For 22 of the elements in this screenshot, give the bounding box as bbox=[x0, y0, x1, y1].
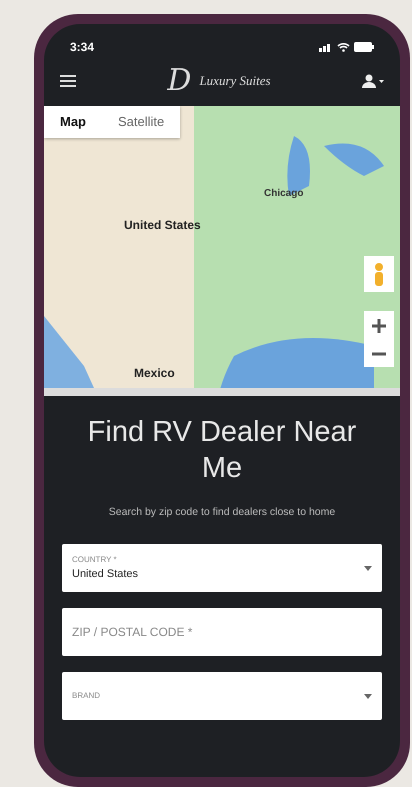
input-field[interactable]: ZIP / POSTAL CODE * bbox=[62, 608, 382, 656]
map-label: United States bbox=[124, 217, 201, 234]
dropdown-field[interactable]: BRAND bbox=[62, 672, 382, 720]
map-type-tab[interactable]: Map bbox=[44, 106, 102, 138]
status-time: 3:34 bbox=[70, 39, 94, 56]
map-view[interactable]: Map Satellite Chicago United States Mexico bbox=[44, 106, 400, 396]
field-value: United States bbox=[72, 567, 138, 582]
map-label: Chicago bbox=[264, 187, 304, 201]
brand-monogram: D bbox=[167, 66, 192, 96]
brand-name: Luxury Suites bbox=[199, 72, 271, 90]
wifi-icon bbox=[337, 42, 350, 52]
caret-icon bbox=[364, 694, 372, 699]
map-label: Mexico bbox=[134, 365, 175, 382]
field-label: COUNTRY * bbox=[72, 554, 118, 566]
dropdown-field[interactable]: COUNTRY * United States bbox=[62, 544, 382, 592]
battery-icon bbox=[354, 42, 374, 52]
signal-icon bbox=[319, 42, 333, 52]
caret-icon bbox=[364, 566, 372, 571]
map-type-tab[interactable]: Satellite bbox=[102, 106, 180, 138]
field-label: BRAND bbox=[72, 690, 100, 702]
subtitle: Search by zip code to find dealers close to home bbox=[108, 504, 336, 520]
page-title: Find RV Dealer Near Me bbox=[86, 415, 358, 486]
